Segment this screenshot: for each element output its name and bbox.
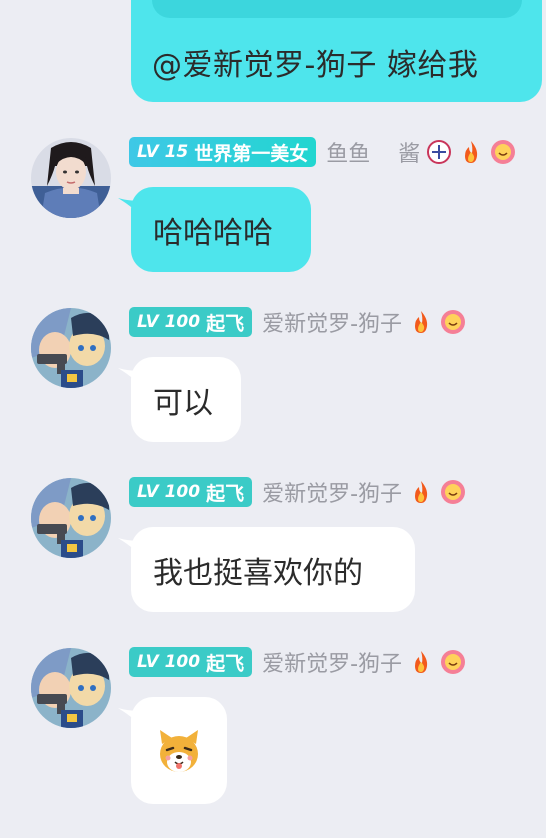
flower-smile-icon — [490, 139, 516, 165]
message-text: 我也挺喜欢你的 — [153, 555, 363, 591]
flower-smile-icon — [440, 649, 466, 675]
nickname-extra: 酱 — [398, 142, 421, 167]
flower-smile-icon — [440, 479, 466, 505]
message-bubble[interactable] — [131, 697, 227, 804]
medal-icon — [426, 139, 452, 165]
nickname[interactable]: 爱新觉罗-狗子 — [262, 306, 402, 338]
message-bubble[interactable]: 哈哈哈哈 — [131, 187, 311, 272]
fire-icon — [408, 649, 434, 675]
badge-title: 起飞 — [206, 482, 245, 505]
badge-level: LV 100 — [137, 482, 201, 502]
level-badge: LV 15 世界第一美女 — [129, 137, 317, 167]
badge-level: LV 100 — [137, 312, 201, 332]
nickname[interactable]: 爱新觉罗-狗子 — [262, 476, 402, 508]
message-text: 哈哈哈哈 — [153, 215, 273, 251]
message-text: 可以 — [153, 385, 213, 421]
avatar-cartoon[interactable] — [31, 308, 111, 388]
avatar-girl[interactable] — [31, 138, 111, 218]
fire-icon — [458, 139, 484, 165]
badge-level: LV 100 — [137, 652, 201, 672]
message-bubble[interactable]: 我也挺喜欢你的 — [131, 527, 415, 612]
level-badge: LV 100 起飞 — [129, 307, 253, 337]
message-text-top: @爱新觉罗-狗子 嫁给我 — [152, 48, 479, 83]
badge-title: 起飞 — [206, 312, 245, 335]
badge-title: 世界第一美女 — [194, 142, 309, 165]
nickname[interactable]: 鱼鱼 — [326, 136, 370, 168]
level-badge: LV 100 起飞 — [129, 477, 253, 507]
badge-title: 起飞 — [206, 652, 245, 675]
avatar-cartoon[interactable] — [31, 478, 111, 558]
message-bubble[interactable]: 可以 — [131, 357, 241, 442]
dog-sticker-icon — [160, 729, 198, 772]
quoted-message-block — [152, 0, 522, 18]
level-badge: LV 100 起飞 — [129, 647, 253, 677]
badge-level: LV 15 — [137, 142, 189, 162]
fire-icon — [408, 479, 434, 505]
flower-smile-icon — [440, 309, 466, 335]
fire-icon — [408, 309, 434, 335]
nickname[interactable]: 爱新觉罗-狗子 — [262, 646, 402, 678]
avatar-cartoon[interactable] — [31, 648, 111, 728]
